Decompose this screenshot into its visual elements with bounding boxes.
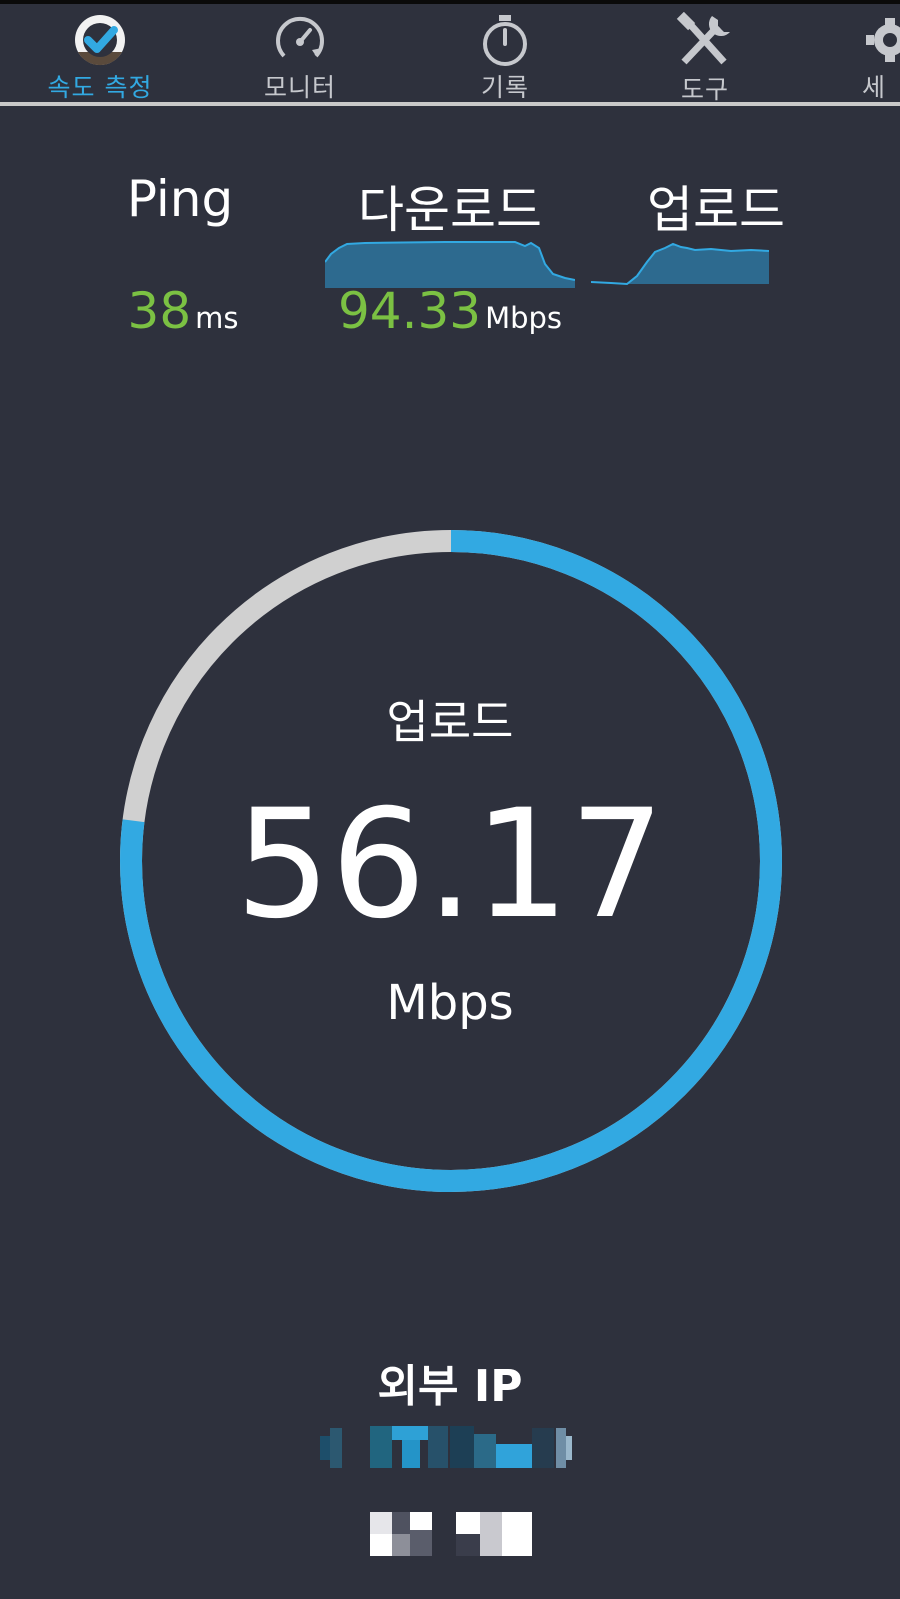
gauge-unit: Mbps [386,975,514,1031]
upload-sparkline [591,242,769,286]
tab-history[interactable]: 기록 [460,4,550,104]
redacted-ip-address [320,1424,580,1472]
tab-monitor-label: 모니터 [263,73,336,102]
tab-speed-test[interactable]: 속도 측정 [48,4,151,104]
tab-history-label: 기록 [480,73,529,102]
tab-tools[interactable]: 도구 [660,4,750,104]
tools-icon [665,12,745,70]
ping-label: Ping [126,170,234,228]
gear-icon [860,12,900,68]
external-ip-label: 외부 IP [377,1361,523,1412]
download-sparkline [325,241,575,288]
tab-speed-test-label: 속도 측정 [47,73,153,102]
ping-value: 38 [127,282,192,340]
gauge-speed-value: 56.17 [235,778,665,952]
stopwatch-icon [465,12,545,68]
download-label: 다운로드 [358,181,542,239]
upload-label: 업로드 [647,181,785,239]
tab-tools-label: 도구 [680,75,729,104]
ping-result: 38 ms [128,282,239,340]
download-result: 94.33 Mbps [338,282,562,340]
ping-unit: ms [195,301,239,335]
tab-settings-label: 세 [862,73,887,102]
tab-monitor[interactable]: 모니터 [250,4,350,104]
speedometer-icon [260,12,340,68]
tab-bar: 속도 측정 모니터 기록 도구 세 [0,4,900,104]
tab-bar-divider [0,102,900,106]
download-unit: Mbps [485,301,563,335]
download-value: 94.33 [337,282,482,340]
redacted-ip-detail [370,1512,540,1556]
check-gauge-icon [60,12,140,68]
tab-settings[interactable]: 세 [860,4,900,104]
gauge-title: 업로드 [386,695,514,749]
